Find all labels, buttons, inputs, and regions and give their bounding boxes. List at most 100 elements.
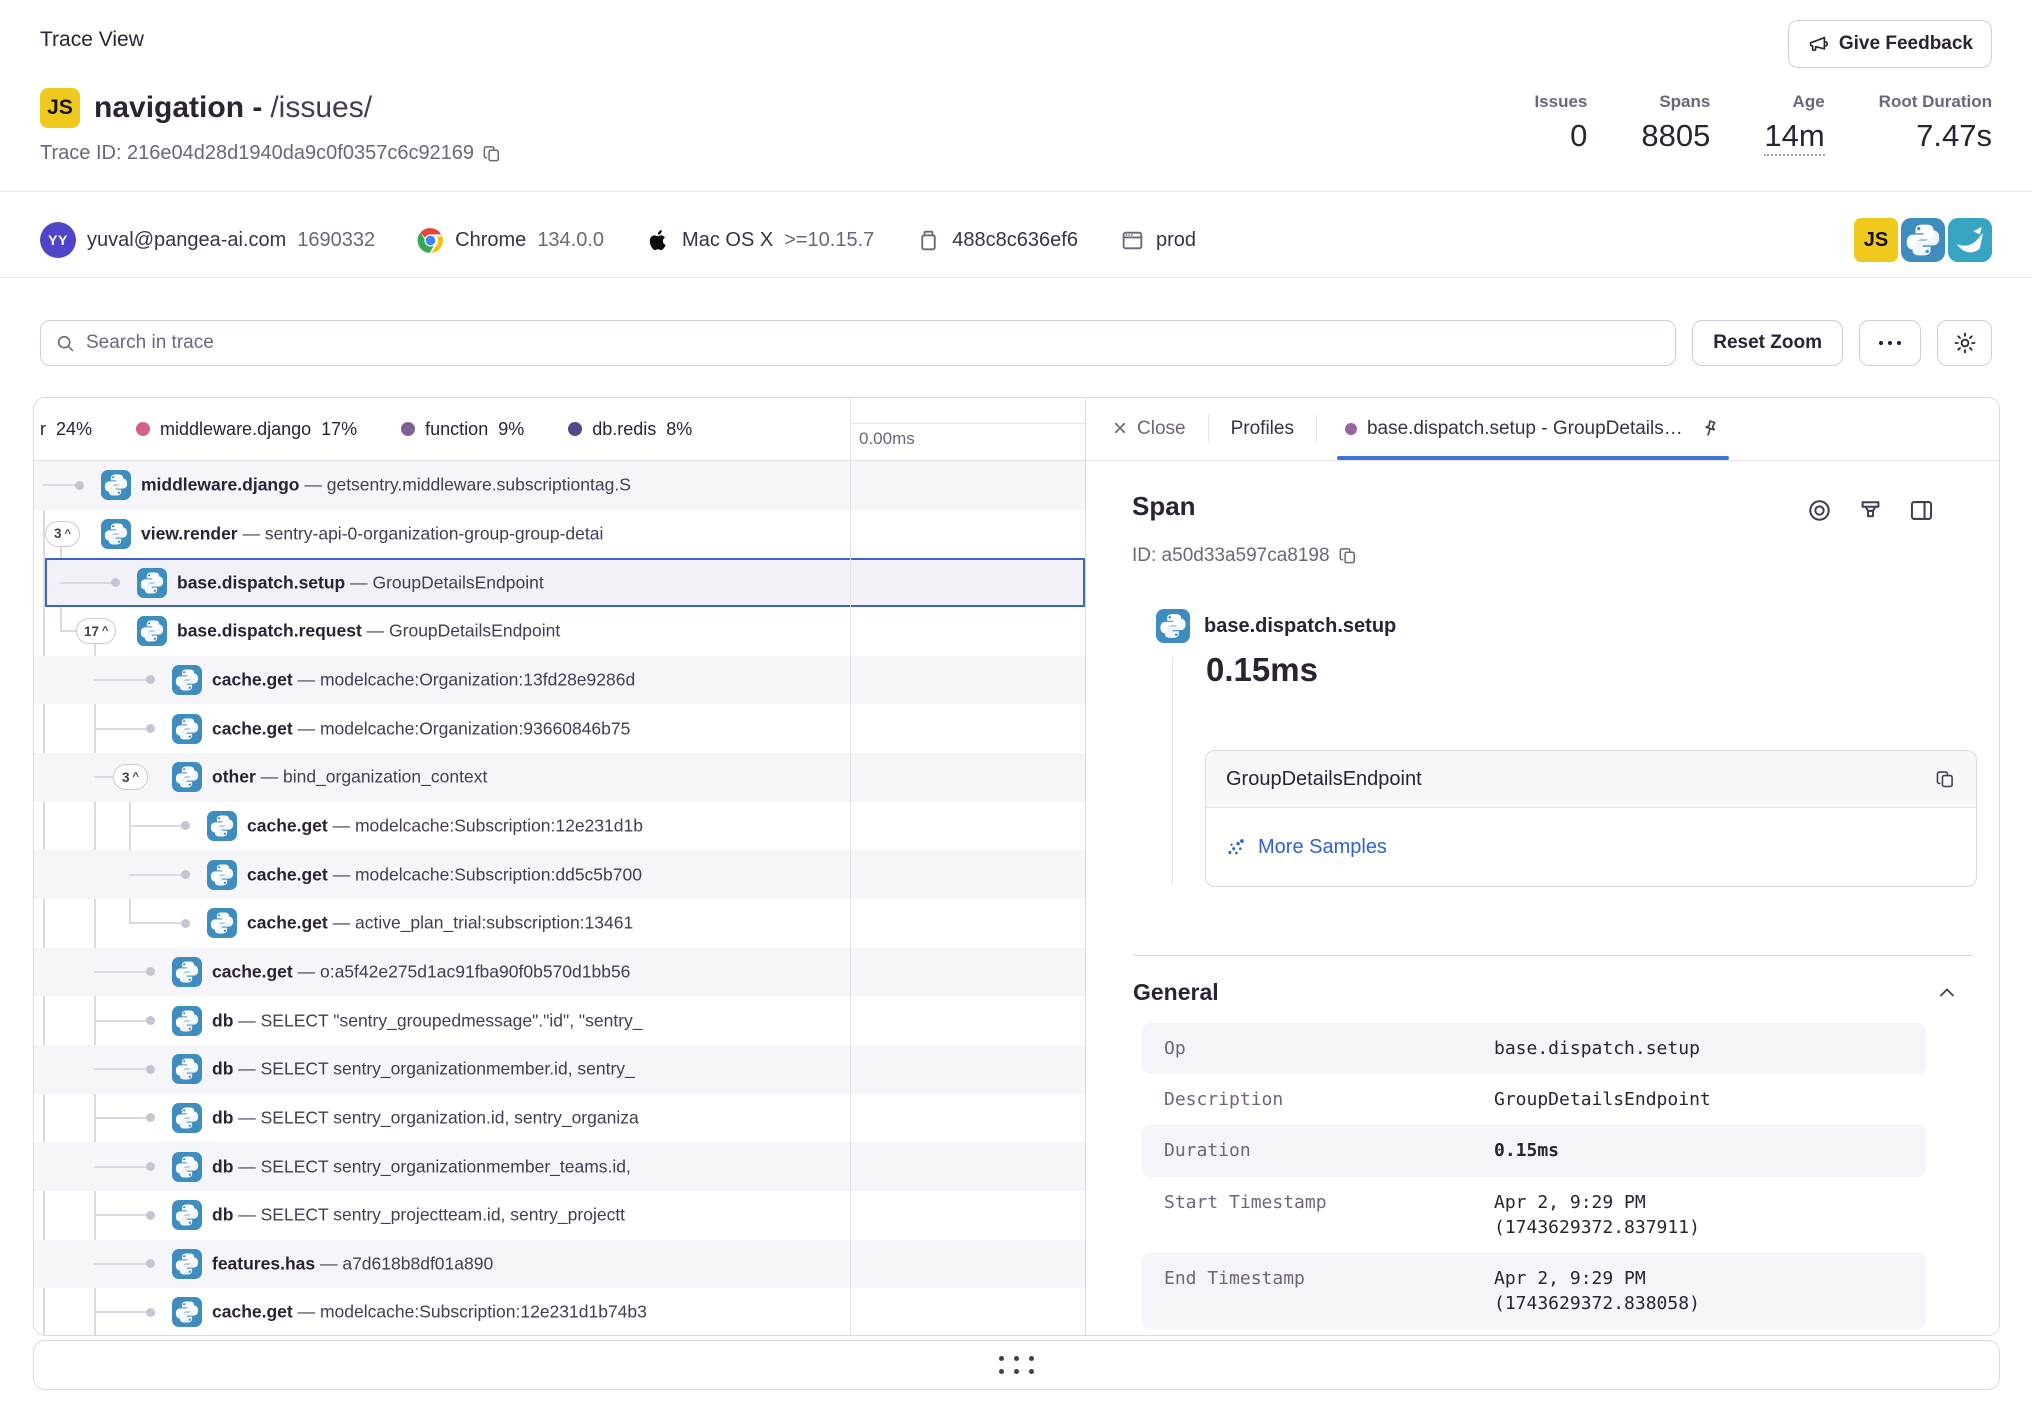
span-tree-row[interactable]: cache.get — modelcache:Subscription:12e2… <box>34 1288 1085 1335</box>
span-tree-row[interactable]: db — SELECT sentry_organizationmember.id… <box>34 1045 1085 1094</box>
python-icon <box>172 957 202 987</box>
python-icon <box>207 811 237 841</box>
span-tree-row[interactable]: cache.get — active_plan_trial:subscripti… <box>34 899 1085 948</box>
connector-line <box>94 728 151 730</box>
platform-icon-falcon <box>1948 218 1992 262</box>
copy-icon[interactable] <box>1935 769 1956 790</box>
row-key: Start Timestamp <box>1164 1190 1494 1240</box>
more-samples-link[interactable]: More Samples <box>1226 836 1387 859</box>
span-row-label: cache.get — modelcache:Subscription:12e2… <box>247 815 848 836</box>
zoom-into-span-icon[interactable] <box>1857 497 1884 524</box>
row-key: Op <box>1164 1036 1494 1061</box>
span-tree-row[interactable]: db — SELECT sentry_organizationmember_te… <box>34 1142 1085 1191</box>
span-tree-row[interactable]: cache.get — modelcache:Subscription:12e2… <box>34 802 1085 851</box>
os-name: Mac OS X <box>682 229 773 252</box>
span-tree-row[interactable]: cache.get — modelcache:Subscription:dd5c… <box>34 850 1085 899</box>
search-box[interactable] <box>40 320 1676 366</box>
legend-pct: 8% <box>666 419 692 440</box>
connector-line <box>129 874 186 876</box>
drag-grip-icon[interactable] <box>999 1356 1034 1374</box>
event-meta-row: YY yuval@pangea-ai.com 1690332 Chrome 13… <box>40 211 1992 269</box>
span-tree-row[interactable]: 3^ view.render — sentry-api-0-organizati… <box>34 510 1085 559</box>
give-feedback-button[interactable]: Give Feedback <box>1788 20 1992 68</box>
span-row-label: middleware.django — getsentry.middleware… <box>141 475 848 496</box>
legend-dot <box>401 422 415 436</box>
expand-chip[interactable]: 17^ <box>76 618 116 644</box>
reset-zoom-button[interactable]: Reset Zoom <box>1692 320 1843 366</box>
legend-item[interactable]: middleware.django 17% <box>136 419 357 440</box>
tree-node-dot <box>146 1016 155 1025</box>
trace-stats: Issues 0 Spans 8805 Age 14m Root Duratio… <box>1534 92 1992 156</box>
span-tree-row[interactable]: features.has — a7d618b8df01a890 <box>34 1240 1085 1289</box>
stat-label: Issues <box>1534 92 1587 112</box>
search-input[interactable] <box>86 332 1661 354</box>
legend-label: middleware.django <box>160 419 311 440</box>
pin-icon[interactable] <box>1699 418 1721 440</box>
legend-label: r <box>40 419 46 440</box>
connector-line <box>94 1311 151 1313</box>
split-view-icon[interactable] <box>1908 497 1935 524</box>
row-key: Description <box>1164 1087 1494 1112</box>
tab-close[interactable]: × Close <box>1113 398 1186 460</box>
device-meta: 488c8c636ef6 <box>916 228 1078 253</box>
legend-pct: 24% <box>56 419 92 440</box>
tab-profiles[interactable]: Profiles <box>1231 398 1294 460</box>
samples-title: GroupDetailsEndpoint <box>1226 768 1422 791</box>
span-tree-row[interactable]: base.dispatch.setup — GroupDetailsEndpoi… <box>34 558 1085 607</box>
expand-chip[interactable]: 3^ <box>45 521 80 547</box>
settings-button[interactable] <box>1937 320 1992 366</box>
legend-item[interactable]: db.redis 8% <box>568 419 692 440</box>
python-icon <box>137 616 167 646</box>
tree-node-dot <box>181 870 190 879</box>
stat-value: 7.47s <box>1879 118 1992 154</box>
device-icon <box>916 228 941 253</box>
span-tree-row[interactable]: db — SELECT sentry_projectteam.id, sentr… <box>34 1191 1085 1240</box>
more-options-button[interactable] <box>1859 320 1921 366</box>
divider <box>0 277 2032 278</box>
span-tree-row[interactable]: cache.get — modelcache:Organization:9366… <box>34 704 1085 753</box>
span-id: ID: a50d33a597ca8198 <box>1132 545 1358 567</box>
stat-value: 0 <box>1534 118 1587 154</box>
span-row-label: base.dispatch.request — GroupDetailsEndp… <box>177 621 848 642</box>
span-op-dot <box>1345 423 1357 435</box>
tree-node-dot <box>181 821 190 830</box>
span-tree-row[interactable]: db — SELECT sentry_organization.id, sent… <box>34 1094 1085 1143</box>
profile-samples-icon <box>1226 836 1248 858</box>
python-icon <box>207 908 237 938</box>
span-tree-row[interactable]: 17^ base.dispatch.request — GroupDetails… <box>34 607 1085 656</box>
panel-resizer[interactable] <box>33 1340 2000 1390</box>
row-key: End Timestamp <box>1164 1266 1494 1316</box>
row-value: base.dispatch.setup <box>1494 1036 1700 1061</box>
copy-icon[interactable] <box>482 144 502 164</box>
span-op-name: base.dispatch.setup <box>1204 615 1396 638</box>
span-tree-row[interactable]: 3^ other — bind_organization_context <box>34 753 1085 802</box>
close-icon: × <box>1113 417 1127 441</box>
chevron-up-icon[interactable] <box>1935 981 1959 1005</box>
browser-meta: Chrome 134.0.0 <box>417 227 604 254</box>
span-tree-row[interactable]: cache.get — modelcache:Organization:13fd… <box>34 656 1085 705</box>
copy-icon[interactable] <box>1338 546 1358 566</box>
span-row-label: db — SELECT sentry_projectteam.id, sentr… <box>212 1205 848 1226</box>
python-icon <box>1156 609 1190 643</box>
span-tree-row[interactable]: middleware.django — getsentry.middleware… <box>34 461 1085 510</box>
general-table-row: End Timestamp Apr 2, 9:29 PM (1743629372… <box>1142 1253 1926 1329</box>
connector-line <box>94 1068 151 1070</box>
legend-item[interactable]: function 9% <box>401 419 524 440</box>
tab-divider <box>1316 415 1317 443</box>
tab-span-active[interactable]: base.dispatch.setup - GroupDetails… <box>1339 398 1727 460</box>
legend-pct: 9% <box>498 419 524 440</box>
legend-label: function <box>425 419 488 440</box>
span-row-label: features.has — a7d618b8df01a890 <box>212 1253 848 1274</box>
expand-chip[interactable]: 3^ <box>113 764 148 790</box>
user-email: yuval@pangea-ai.com <box>87 229 286 252</box>
stat-value: 14m <box>1764 118 1824 156</box>
tree-node-dot <box>146 1308 155 1317</box>
legend-item[interactable]: r 24% <box>40 419 92 440</box>
span-tree-row[interactable]: db — SELECT "sentry_groupedmessage"."id"… <box>34 996 1085 1045</box>
user-avatar: YY <box>40 222 76 258</box>
span-tree-row[interactable]: cache.get — o:a5f42e275d1ac91fba90f0b570… <box>34 948 1085 997</box>
focus-icon[interactable] <box>1806 497 1833 524</box>
tree-node-dot <box>146 724 155 733</box>
panel-divider[interactable] <box>1085 398 1086 1335</box>
chrome-icon <box>417 227 444 254</box>
